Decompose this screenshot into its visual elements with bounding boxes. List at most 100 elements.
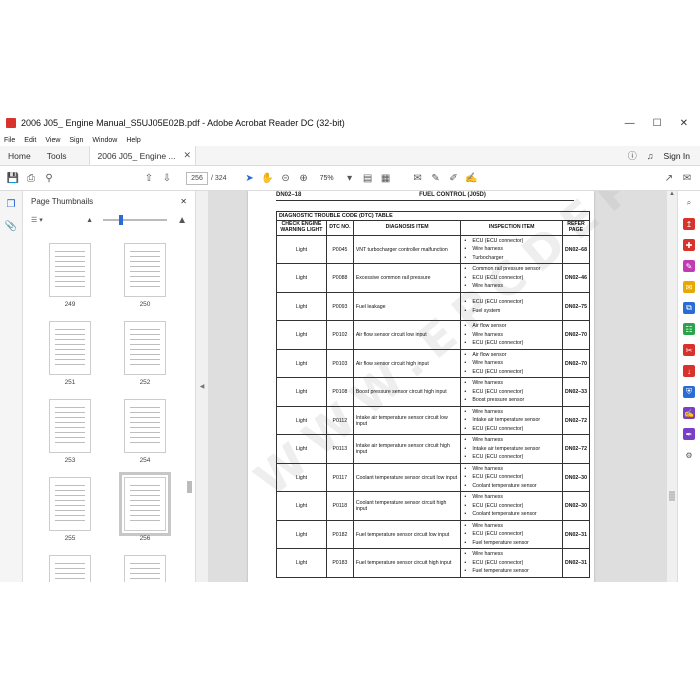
- tab-document[interactable]: 2006 J05_ Engine ... ✕: [88, 146, 197, 165]
- thumbnail-page-selected[interactable]: [119, 472, 171, 536]
- maximize-icon[interactable]: ☐: [653, 118, 662, 129]
- close-window-icon[interactable]: ✕: [680, 118, 688, 129]
- table-row: Light P0103 Air flow sensor circuit high i…: [276, 348, 590, 379]
- highlight-icon[interactable]: ✎: [427, 169, 445, 187]
- more-tools-icon[interactable]: ⚙: [683, 449, 695, 461]
- fit-page-icon[interactable]: ▤: [359, 169, 377, 187]
- search-icon[interactable]: ⌕: [683, 197, 695, 209]
- thumbnail-page[interactable]: [49, 555, 91, 582]
- thumbnail-page[interactable]: [49, 399, 91, 453]
- menu-help[interactable]: Help: [126, 137, 140, 144]
- tab-tools[interactable]: Tools: [39, 146, 75, 165]
- fill-sign-icon[interactable]: ✍: [683, 407, 695, 419]
- thumbnail-page[interactable]: [124, 555, 166, 582]
- comment-icon[interactable]: ✉: [409, 169, 427, 187]
- inspection-item-cell: Wire harnessIntake air temperature senso…: [460, 405, 563, 436]
- hand-icon[interactable]: ✋: [259, 169, 277, 187]
- edit-pdf-icon[interactable]: ✎: [683, 260, 695, 272]
- export-pdf-icon[interactable]: ↥: [683, 218, 695, 230]
- diagnosis-item-cell: Coolant temperature sensor circuit low i…: [352, 462, 462, 493]
- inspection-item: Wire harness: [463, 331, 560, 340]
- menu-window[interactable]: Window: [92, 137, 117, 144]
- page-up-icon[interactable]: ⇧: [140, 169, 158, 187]
- compress-icon[interactable]: ↓: [683, 365, 695, 377]
- refer-page-cell: DN02–72: [562, 405, 590, 436]
- draw-icon[interactable]: ✐: [445, 169, 463, 187]
- comment-icon[interactable]: ✉: [683, 281, 695, 293]
- search-icon[interactable]: ⚲: [40, 169, 58, 187]
- print-icon[interactable]: ⎙: [22, 169, 40, 187]
- thumbnail-page[interactable]: [124, 399, 166, 453]
- send-sign-icon[interactable]: ✒: [683, 428, 695, 440]
- protect-icon[interactable]: ⛨: [683, 386, 695, 398]
- thumbnail-scrollbar[interactable]: [187, 241, 193, 578]
- thumbnail-page[interactable]: [124, 321, 166, 375]
- menu-view[interactable]: View: [45, 137, 60, 144]
- document-scrollbar[interactable]: ▲: [667, 191, 677, 582]
- left-navigation-rail: ❐ 📎: [0, 191, 23, 582]
- light-cell: Light: [276, 291, 327, 322]
- inspection-item: ECU (ECU connector): [463, 339, 560, 348]
- light-cell: Light: [276, 377, 327, 407]
- notifications-icon[interactable]: ♫: [647, 151, 654, 161]
- save-icon[interactable]: 💾: [4, 169, 22, 187]
- document-viewport: WWW.EPCDEPOT.COM DN02–18 FUEL CONTROL (J…: [208, 191, 677, 582]
- window-controls: — ☐ ✕: [625, 118, 694, 129]
- diagnosis-item-cell: Fuel temperature sensor circuit high inp…: [352, 548, 462, 578]
- fill-sign-icon[interactable]: ✍: [463, 169, 481, 187]
- inspection-item: Boost pressure sensor: [463, 396, 560, 405]
- inspection-item-cell: Wire harnessECU (ECU connector)Fuel temp…: [460, 548, 563, 578]
- zoom-out-icon[interactable]: ⊝: [277, 169, 295, 187]
- close-panel-icon[interactable]: ✕: [180, 197, 187, 206]
- inspection-item: Turbocharger: [463, 254, 560, 263]
- tab-document-label: 2006 J05_ Engine ...: [97, 150, 176, 161]
- thumbnails-header: Page Thumbnails ✕: [23, 191, 195, 211]
- acrobat-window: 2006 J05_ Engine Manual_S5UJ05E02B.pdf -…: [0, 112, 700, 582]
- inspection-item: ECU (ECU connector): [463, 368, 560, 377]
- inspection-item: Wire harness: [463, 522, 560, 531]
- thumbnail-page[interactable]: [49, 243, 91, 297]
- close-tab-icon[interactable]: ✕: [184, 150, 192, 161]
- menu-sign[interactable]: Sign: [69, 137, 83, 144]
- column-header: DIAGNOSIS ITEM: [352, 220, 462, 236]
- thumbnail-page[interactable]: [49, 477, 91, 531]
- attachments-icon[interactable]: 📎: [4, 219, 18, 233]
- menu-file[interactable]: File: [4, 137, 15, 144]
- zoom-dropdown-icon[interactable]: ▾: [341, 169, 359, 187]
- combine-files-icon[interactable]: ⧉: [683, 302, 695, 314]
- share-icon[interactable]: ↗: [660, 169, 678, 187]
- thumbnail-page[interactable]: [49, 321, 91, 375]
- diagnosis-item-cell: Intake air temperature sensor circuit lo…: [352, 405, 462, 436]
- thumbnail-label: 250: [139, 301, 151, 308]
- email-icon[interactable]: ✉: [678, 169, 696, 187]
- dtc-number-cell: P0182: [325, 519, 354, 550]
- thumbnail-page[interactable]: [124, 243, 166, 297]
- help-icon[interactable]: ⓘ: [628, 149, 637, 162]
- zoom-level[interactable]: 75%: [313, 175, 341, 182]
- minimize-icon[interactable]: —: [625, 118, 635, 129]
- page-thumbnails-icon[interactable]: ❐: [4, 197, 18, 211]
- thumbnail-options-icon[interactable]: ☰ ▾: [31, 216, 43, 224]
- page-number-input[interactable]: 256: [186, 171, 208, 185]
- thumbnail-label: 256: [139, 535, 151, 542]
- scroll-mode-icon[interactable]: ▦: [377, 169, 395, 187]
- redact-icon[interactable]: ✂: [683, 344, 695, 356]
- inspection-item: Wire harness: [463, 465, 560, 474]
- select-cursor-icon[interactable]: ➤: [241, 169, 259, 187]
- diagnosis-item-cell: Air flow sensor circuit high input: [352, 348, 462, 379]
- tab-home[interactable]: Home: [0, 146, 39, 165]
- page-down-icon[interactable]: ⇩: [158, 169, 176, 187]
- organize-pages-icon[interactable]: ☷: [683, 323, 695, 335]
- create-pdf-icon[interactable]: ✚: [683, 239, 695, 251]
- table-row: Light P0183 Fuel temperature sensor circui…: [276, 548, 590, 578]
- thumbnail-size-slider[interactable]: [103, 215, 168, 225]
- collapse-panel-handle[interactable]: ◀: [196, 191, 208, 582]
- sign-in-button[interactable]: Sign In: [664, 151, 690, 161]
- refer-page-cell: DN02–75: [562, 291, 590, 322]
- scroll-up-icon[interactable]: ▲: [667, 191, 677, 197]
- zoom-in-icon[interactable]: ⊕: [295, 169, 313, 187]
- inspection-item: Air flow sensor: [463, 322, 560, 331]
- column-header: DTC NO.: [325, 220, 354, 236]
- refer-page-cell: DN02–30: [562, 462, 590, 493]
- menu-edit[interactable]: Edit: [24, 137, 36, 144]
